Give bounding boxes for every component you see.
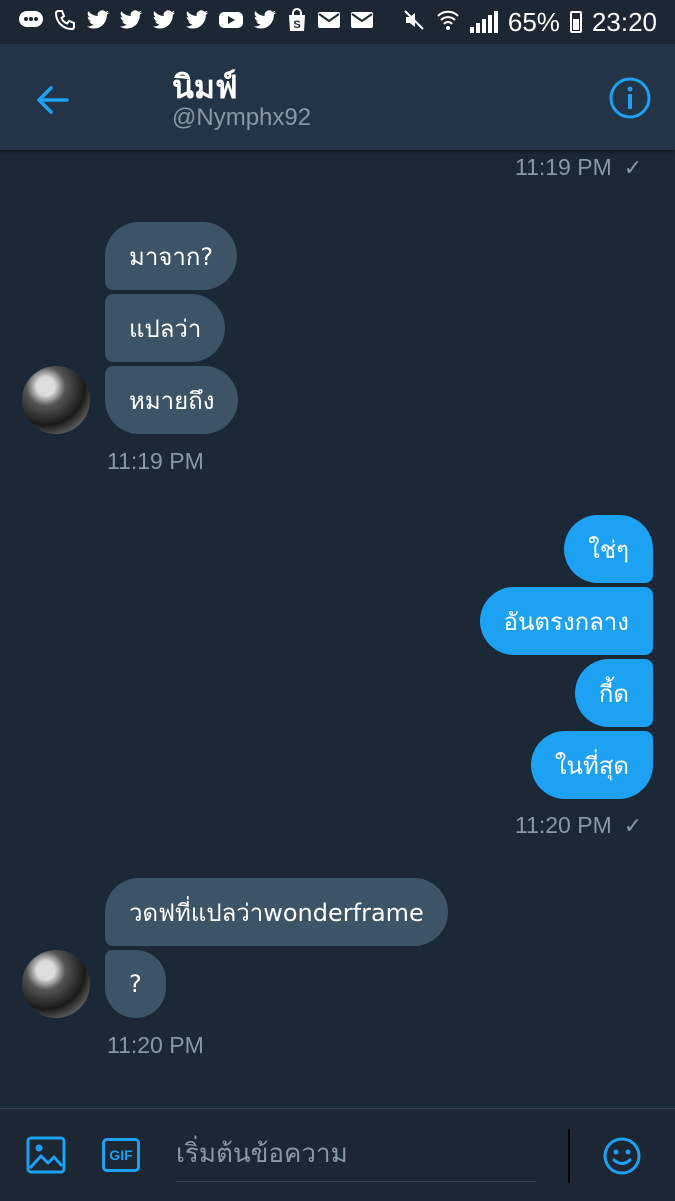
phone-wifi-icon <box>53 8 77 37</box>
battery-icon <box>569 11 582 33</box>
emoji-button[interactable] <box>602 1136 642 1180</box>
twitter-icon <box>253 9 277 35</box>
gif-button[interactable]: GIF <box>102 1138 140 1172</box>
signal-icon <box>469 11 498 33</box>
battery-percent: 65% <box>507 6 560 37</box>
mail-icon <box>317 10 341 35</box>
read-check-icon: ✓ <box>623 155 643 180</box>
divider <box>568 1129 570 1183</box>
incoming-message[interactable]: ? <box>105 950 166 1018</box>
back-button[interactable] <box>30 78 74 122</box>
twitter-icon <box>152 9 176 35</box>
smiley-icon <box>603 1137 641 1175</box>
timestamp-text: 11:19 PM <box>515 154 612 180</box>
message-timestamp: 11:20 PM <box>107 1032 204 1058</box>
message-input[interactable] <box>176 1127 536 1182</box>
clock: 23:20 <box>591 6 657 37</box>
notification-icons: S <box>18 7 402 37</box>
incoming-message[interactable]: มาจาก? <box>105 222 238 290</box>
message-timestamp: 11:19 PM ✓ <box>515 154 642 181</box>
gif-icon: GIF <box>109 1147 133 1163</box>
outgoing-message[interactable]: อันตรงกลาง <box>479 587 653 655</box>
message-text: ในที่สุด <box>554 751 629 780</box>
image-icon <box>26 1136 66 1174</box>
incoming-message[interactable]: วดฟที่แปลว่าwonderframe <box>105 878 448 946</box>
outgoing-message[interactable]: ใช่ๆ <box>564 515 653 583</box>
incoming-message[interactable]: หมายถึง <box>105 366 239 434</box>
info-button[interactable] <box>608 76 652 120</box>
avatar[interactable] <box>22 950 90 1018</box>
twitter-icon <box>185 9 209 35</box>
message-text: อันตรงกลาง <box>503 607 629 636</box>
svg-text:S: S <box>293 19 300 31</box>
outgoing-message[interactable]: ในที่สุด <box>530 731 653 799</box>
system-indicators: 65% 23:20 <box>402 7 657 38</box>
read-check-icon: ✓ <box>623 813 643 838</box>
outgoing-message[interactable]: กี้ด <box>574 659 653 727</box>
arrow-left-icon <box>37 86 69 114</box>
message-text: วดฟที่แปลว่าwonderframe <box>129 898 424 927</box>
message-text: ใช่ๆ <box>588 535 629 564</box>
message-composer: GIF <box>0 1108 675 1201</box>
message-text: กี้ด <box>598 679 629 708</box>
conversation-header: นิมฟ์ @Nymphx92 <box>0 44 675 150</box>
twitter-icon <box>119 9 143 35</box>
shopping-bag-icon: S <box>286 7 308 37</box>
message-timestamp: 11:19 PM <box>107 448 204 474</box>
mute-icon <box>402 8 426 37</box>
status-bar: S 65% 23:20 <box>0 0 675 44</box>
incoming-message[interactable]: แปลว่า <box>105 294 226 362</box>
youtube-icon <box>218 10 244 35</box>
timestamp-text: 11:20 PM <box>515 812 612 838</box>
avatar[interactable] <box>22 366 90 434</box>
wifi-icon <box>436 8 460 37</box>
message-text: ? <box>129 970 142 998</box>
message-text: หมายถึง <box>129 386 215 415</box>
info-icon <box>609 77 651 119</box>
twitter-icon <box>86 9 110 35</box>
mail-icon <box>350 10 374 35</box>
message-text: แปลว่า <box>129 314 202 343</box>
chat-bubble-icon <box>18 9 44 36</box>
message-text: มาจาก? <box>129 242 214 271</box>
contact-handle[interactable]: @Nymphx92 <box>172 104 311 132</box>
add-photo-button[interactable] <box>26 1136 66 1178</box>
message-timestamp: 11:20 PM ✓ <box>515 812 642 839</box>
